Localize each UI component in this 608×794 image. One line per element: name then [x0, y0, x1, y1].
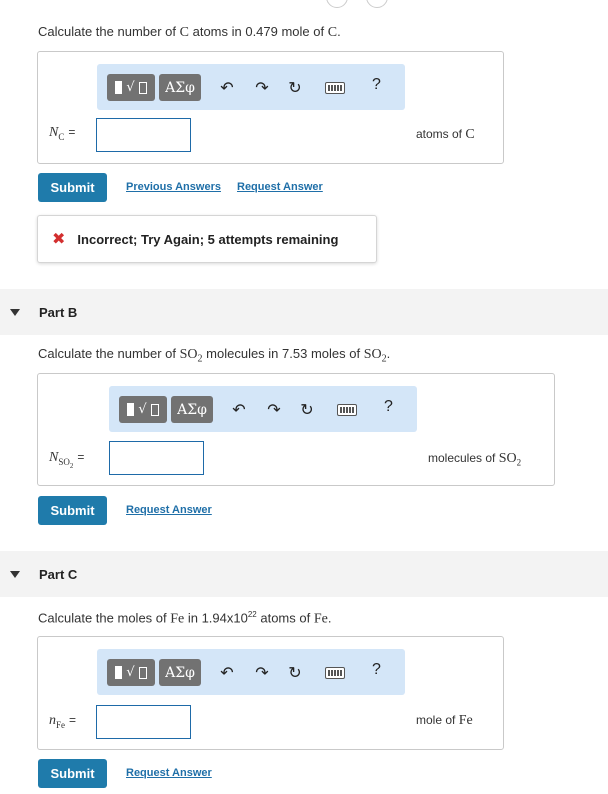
- help-icon[interactable]: ?: [384, 398, 393, 416]
- part-c-header[interactable]: Part C: [0, 551, 608, 597]
- part-b-answer-input[interactable]: [109, 441, 204, 475]
- part-b-request-answer-link[interactable]: Request Answer: [126, 504, 212, 516]
- part-c-answer-input[interactable]: [96, 705, 191, 739]
- reset-icon[interactable]: ↻: [297, 400, 317, 420]
- greek-symbols-icon[interactable]: ΑΣφ: [159, 659, 201, 686]
- part-a-submit-button[interactable]: Submit: [38, 173, 107, 202]
- part-b-math-toolbar: √ ΑΣφ ↶ ↷ ↻ ?: [109, 386, 417, 432]
- part-a-answer-input[interactable]: [96, 118, 191, 152]
- redo-icon[interactable]: ↷: [252, 663, 272, 683]
- part-b-variable-label: NSO2=: [49, 450, 85, 470]
- part-a-request-answer-link[interactable]: Request Answer: [237, 181, 323, 193]
- help-icon[interactable]: ?: [372, 661, 381, 679]
- part-b-header[interactable]: Part B: [0, 289, 608, 335]
- part-c-variable-label: nFe =: [49, 713, 77, 730]
- redo-icon[interactable]: ↷: [264, 400, 284, 420]
- keyboard-icon[interactable]: [337, 404, 357, 416]
- collapse-triangle-icon: [10, 308, 20, 316]
- part-a-feedback: ✖ Incorrect; Try Again; 5 attempts remai…: [37, 215, 377, 263]
- part-a-variable-label: NC =: [49, 125, 76, 142]
- reset-icon[interactable]: ↻: [285, 663, 305, 683]
- redo-icon[interactable]: ↷: [252, 78, 272, 98]
- part-b-submit-button[interactable]: Submit: [38, 496, 107, 525]
- keyboard-icon[interactable]: [325, 82, 345, 94]
- reset-icon[interactable]: ↻: [285, 78, 305, 98]
- part-a-math-toolbar: √ ΑΣφ ↶ ↷ ↻ ?: [97, 64, 405, 110]
- part-a-previous-answers-link[interactable]: Previous Answers: [126, 181, 221, 193]
- undo-icon[interactable]: ↶: [217, 663, 237, 683]
- part-c-title: Part C: [39, 566, 78, 582]
- part-a-prompt: Calculate the number of C atoms in 0.479…: [38, 24, 341, 40]
- part-b-answer-box: √ ΑΣφ ↶ ↷ ↻ ? NSO2= molecules of SO2: [37, 373, 555, 486]
- greek-symbols-icon[interactable]: ΑΣφ: [159, 74, 201, 101]
- part-c-request-answer-link[interactable]: Request Answer: [126, 767, 212, 779]
- undo-icon[interactable]: ↶: [229, 400, 249, 420]
- part-c-unit-label: mole of Fe: [416, 713, 473, 728]
- templates-icon[interactable]: √: [107, 659, 155, 686]
- templates-icon[interactable]: √: [119, 396, 167, 423]
- part-c-answer-box: √ ΑΣφ ↶ ↷ ↻ ? nFe = mole of Fe: [37, 636, 504, 750]
- part-a-unit-label: atoms of C: [416, 127, 475, 142]
- feedback-text: Incorrect; Try Again; 5 attempts remaini…: [77, 231, 339, 247]
- part-b-prompt: Calculate the number of SO2 molecules in…: [38, 346, 391, 365]
- part-b-unit-label: molecules of SO2: [428, 451, 522, 468]
- templates-icon[interactable]: √: [107, 74, 155, 101]
- part-a-answer-box: √ ΑΣφ ↶ ↷ ↻ ? NC = atoms of C: [37, 51, 504, 164]
- help-icon[interactable]: ?: [372, 76, 381, 94]
- part-c-prompt: Calculate the moles of Fe in 1.94x1022 a…: [38, 610, 332, 627]
- greek-symbols-icon[interactable]: ΑΣφ: [171, 396, 213, 423]
- part-b-title: Part B: [39, 304, 78, 320]
- top-nav-circle-left: [326, 0, 348, 8]
- keyboard-icon[interactable]: [325, 667, 345, 679]
- part-c-math-toolbar: √ ΑΣφ ↶ ↷ ↻ ?: [97, 649, 405, 695]
- part-c-submit-button[interactable]: Submit: [38, 759, 107, 788]
- incorrect-x-icon: ✖: [52, 231, 66, 248]
- undo-icon[interactable]: ↶: [217, 78, 237, 98]
- collapse-triangle-icon: [10, 570, 20, 578]
- top-nav-circle-right: [366, 0, 388, 8]
